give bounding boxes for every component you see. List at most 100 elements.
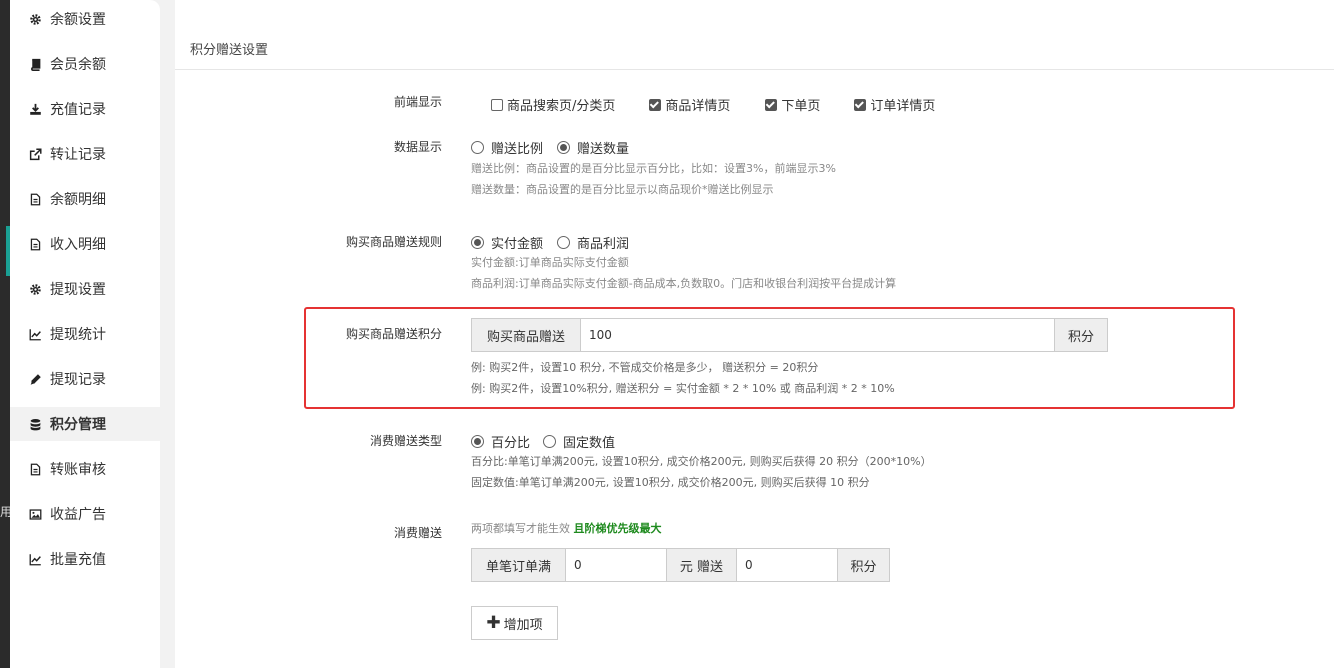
sidebar-item-label: 转账审核 [50, 462, 106, 478]
radio-fixed-value[interactable]: 固定数值 [543, 432, 615, 451]
buy-points-hint-percent: 例: 购买2件，设置10%积分, 赠送积分 = 实付金额 * 2 * 10% 或… [471, 382, 895, 395]
sidebar-item-label: 积分管理 [50, 417, 106, 433]
sidebar-item-label: 收入明细 [50, 237, 106, 253]
sidebar-item-label: 余额明细 [50, 192, 106, 208]
consume-type-hint-fixed: 固定数值:单笔订单满200元, 设置10积分, 成交价格200元, 则购买后获得… [471, 476, 870, 489]
consume-gift-middle: 元 赠送 [666, 548, 737, 582]
sidebar-item-label: 充值记录 [50, 102, 106, 118]
download-icon [27, 101, 43, 117]
pencil-icon [27, 371, 43, 387]
checkbox-label: 商品搜索页/分类页 [507, 99, 616, 114]
external-link-icon [27, 146, 43, 162]
document-icon [27, 461, 43, 477]
radio-circle[interactable] [557, 141, 571, 154]
radio-paid-amount[interactable]: 实付金额 [471, 233, 543, 252]
add-item-label: 增加项 [503, 617, 543, 633]
consume-type-label: 消费赠送类型 [369, 434, 442, 448]
sidebar-item-recharge-records[interactable]: 充值记录 [10, 92, 160, 126]
radio-gift-ratio[interactable]: 赠送比例 [471, 138, 543, 157]
buy-points-hint-fixed: 例: 购买2件，设置10 积分, 不管成交价格是多少， 赠送积分 = 20积分 [471, 361, 819, 374]
consume-gift-input-group: 单笔订单满 元 赠送 积分 [471, 548, 890, 582]
sidebar-item-label: 余额设置 [50, 12, 106, 28]
consume-gift-note-text: 两项都填写才能生效 [471, 522, 570, 535]
consume-gift-points-input[interactable] [737, 548, 837, 582]
buy-points-input[interactable] [581, 318, 1054, 352]
display-options: 商品搜索页/分类页 商品详情页 下单页 订单详情页 [471, 95, 935, 114]
checkbox-label: 商品详情页 [665, 99, 731, 114]
checkbox-label: 下单页 [781, 99, 821, 114]
app-root: 用 余额设置 会员余额 充值记录 转让记录 余额明细 收入明细 提现设置 提现统… [0, 0, 1334, 668]
checkbox-box[interactable] [854, 98, 867, 111]
radio-circle[interactable] [471, 236, 484, 249]
radio-percentage[interactable]: 百分比 [471, 432, 530, 451]
radio-label: 商品利润 [577, 237, 630, 252]
buy-rule-hint-paid: 实付金额:订单商品实际支付金额 [471, 256, 629, 269]
radio-label: 固定数值 [563, 436, 616, 451]
consume-gift-threshold-input[interactable] [566, 548, 666, 582]
radio-label: 赠送数量 [577, 142, 630, 157]
radio-circle[interactable] [543, 435, 557, 448]
radio-circle[interactable] [557, 236, 571, 249]
checkbox-search-category-page[interactable]: 商品搜索页/分类页 [491, 95, 615, 114]
sidebar-item-income-details[interactable]: 收入明细 [10, 227, 160, 261]
consume-gift-note-strong: 且阶梯优先级最大 [573, 522, 662, 535]
sidebar-item-balance-details[interactable]: 余额明细 [10, 182, 160, 216]
checkbox-checkout-page[interactable]: 下单页 [765, 95, 820, 114]
consume-type-options: 百分比 固定数值 [471, 432, 615, 451]
panel-divider [175, 69, 1334, 70]
database-icon [27, 416, 43, 432]
sidebar-item-label: 提现统计 [50, 327, 106, 343]
radio-label: 赠送比例 [491, 142, 544, 157]
radio-product-profit[interactable]: 商品利润 [557, 233, 629, 252]
line-chart-icon [27, 551, 43, 567]
sidebar-item-member-balance[interactable]: 会员余额 [10, 47, 160, 81]
document-icon [27, 236, 43, 252]
line-chart-icon [27, 326, 43, 342]
sidebar-item-points-management[interactable]: 积分管理 [10, 407, 160, 441]
consume-gift-prefix: 单笔订单满 [471, 548, 566, 582]
data-display-options: 赠送比例 赠送数量 [471, 138, 629, 157]
sidebar-item-balance-settings[interactable]: 余额设置 [10, 2, 160, 36]
panel-title: 积分赠送设置 [190, 43, 269, 58]
sidebar-item-label: 会员余额 [50, 57, 106, 73]
data-display-label: 数据显示 [393, 140, 442, 154]
buy-rule-label: 购买商品赠送规则 [345, 235, 442, 249]
sidebar-item-label: 转让记录 [50, 147, 106, 163]
buy-points-prefix: 购买商品赠送 [471, 318, 581, 352]
radio-gift-amount[interactable]: 赠送数量 [557, 138, 629, 157]
radio-label: 实付金额 [491, 237, 544, 252]
sidebar-item-batch-recharge[interactable]: 批量充值 [10, 542, 160, 576]
sidebar: 余额设置 会员余额 充值记录 转让记录 余额明细 收入明细 提现设置 提现统计 [10, 0, 160, 668]
checkbox-order-detail-page[interactable]: 订单详情页 [854, 95, 935, 114]
buy-points-suffix: 积分 [1054, 318, 1108, 352]
checkbox-product-detail-page[interactable]: 商品详情页 [649, 95, 730, 114]
radio-circle[interactable] [471, 435, 484, 448]
radio-label: 百分比 [491, 436, 531, 451]
gear-icon [27, 11, 43, 27]
gear-icon [27, 281, 43, 297]
sidebar-item-label: 提现记录 [50, 372, 106, 388]
checkbox-box[interactable] [649, 98, 662, 111]
buy-points-label: 购买商品赠送积分 [345, 327, 442, 341]
buy-rule-hint-profit: 商品利润:订单商品实际支付金额-商品成本,负数取0。门店和收银台利润按平台提成计… [471, 277, 897, 290]
data-display-hint-amount: 赠送数量：商品设置的是百分比显示以商品现价*赠送比例显示 [471, 183, 774, 196]
sidebar-item-withdraw-settings[interactable]: 提现设置 [10, 272, 160, 306]
checkbox-label: 订单详情页 [870, 99, 936, 114]
document-icon [27, 191, 43, 207]
sidebar-item-withdraw-records[interactable]: 提现记录 [10, 362, 160, 396]
sidebar-item-transfer-review[interactable]: 转账审核 [10, 452, 160, 486]
sidebar-item-withdraw-stats[interactable]: 提现统计 [10, 317, 160, 351]
sidebar-item-revenue-ads[interactable]: 收益广告 [10, 497, 160, 531]
radio-circle[interactable] [471, 141, 484, 154]
buy-rule-options: 实付金额 商品利润 [471, 233, 629, 252]
consume-type-hint-percent: 百分比:单笔订单满200元, 设置10积分, 成交价格200元, 则购买后获得 … [471, 455, 932, 468]
data-display-hint-ratio: 赠送比例：商品设置的是百分比显示百分比，比如：设置3%，前端显示3% [471, 162, 836, 175]
checkbox-box[interactable] [765, 98, 778, 111]
sidebar-item-label: 提现设置 [50, 282, 106, 298]
consume-gift-label: 消费赠送 [393, 526, 442, 540]
sidebar-item-transfer-records[interactable]: 转让记录 [10, 137, 160, 171]
book-icon [27, 56, 43, 72]
consume-gift-suffix: 积分 [837, 548, 890, 582]
checkbox-box[interactable] [491, 98, 503, 111]
add-item-button[interactable]: ✚ 增加项 [471, 606, 558, 640]
